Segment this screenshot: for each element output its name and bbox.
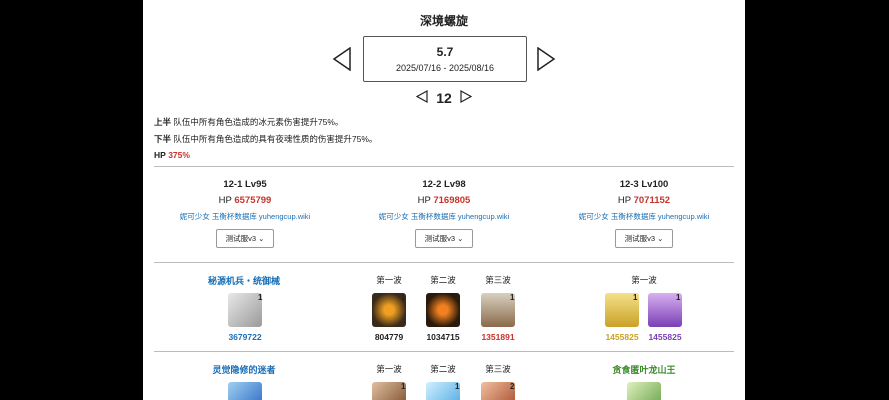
next-version-icon[interactable] <box>536 47 556 71</box>
server-select[interactable]: 测试服v3 ⌄ <box>216 229 274 248</box>
chamber-12-2: 12-2 Lv98 HP 7169805 妮可少女 玉衡杯数据库 yuhengc… <box>344 179 544 248</box>
chamber-name: 12-1 Lv95 <box>223 179 267 190</box>
enemy-hp: 1455825 <box>648 332 682 342</box>
spiral-abyss-panel: 深境螺旋 5.7 2025/07/16 - 2025/08/16 12 上半 队… <box>143 0 745 400</box>
enemy-hp: 1034715 <box>426 332 460 342</box>
upper-buff-label: 上半 <box>154 117 172 127</box>
divider <box>154 262 734 263</box>
enemy-spirit-icon <box>228 382 262 400</box>
lower-buff-text: 队伍中所有角色造成的具有夜魂性质的伤害提升75%。 <box>173 134 378 144</box>
server-select[interactable]: 测试服v3 ⌄ <box>615 229 673 248</box>
data-source-link[interactable]: 妮可少女 玉衡杯数据库 yuhengcup.wiki <box>145 211 345 222</box>
wave-label: 第一波 <box>376 275 402 285</box>
floor-navigator: 12 <box>143 89 745 106</box>
enemy-count: 1 <box>455 293 460 302</box>
chamber-hp: HP 7071152 <box>617 195 671 206</box>
enemy-count: 1 <box>401 293 406 302</box>
prev-version-icon[interactable] <box>332 47 352 71</box>
version-date-range: 2025/07/16 - 2025/08/16 <box>395 63 495 73</box>
chamber-name: 12-3 Lv100 <box>619 179 669 190</box>
chamber-12-1: 12-1 Lv95 HP 6575799 妮可少女 玉衡杯数据库 yuhengc… <box>145 179 345 248</box>
floor-number: 12 <box>436 90 452 107</box>
enemy-count: 1 <box>401 382 406 391</box>
enemy-count: 1 <box>676 293 681 302</box>
enemy-group-name: 贪食匿叶龙山王 <box>612 365 676 375</box>
hp-multiplier: HP 375% <box>154 150 190 160</box>
wave-label: 第二波 <box>430 364 456 374</box>
enemy-count: 2 <box>510 382 515 391</box>
enemy-count: 1 <box>510 293 515 302</box>
upper-buff: 上半 队伍中所有角色造成的冰元素伤害提升75%。 <box>154 116 343 128</box>
enemy-mech-icon <box>228 293 262 327</box>
lower-buff-label: 下半 <box>154 134 172 144</box>
wave-label: 第三波 <box>485 364 511 374</box>
chamber-hp: HP 6575799 <box>218 195 272 206</box>
chamber-hp: HP 7169805 <box>417 195 471 206</box>
wave-label: 第一波 <box>376 364 402 374</box>
enemy-group-name: 秘源机兵・统御械 <box>207 276 280 286</box>
next-floor-icon[interactable] <box>460 90 472 106</box>
divider <box>154 166 734 167</box>
lower-buff: 下半 队伍中所有角色造成的具有夜魂性质的伤害提升75%。 <box>154 133 377 145</box>
enemy-dragon-icon <box>627 382 661 400</box>
wave-label: 第二波 <box>430 275 456 285</box>
enemy-group-name: 灵觉隐修的迷者 <box>212 365 276 375</box>
enemy-hp: 3679722 <box>228 332 262 342</box>
upper-buff-text: 队伍中所有角色造成的冰元素伤害提升75%。 <box>173 117 344 127</box>
data-source-link[interactable]: 妮可少女 玉衡杯数据库 yuhengcup.wiki <box>544 211 744 222</box>
enemy-count: 1 <box>455 382 460 391</box>
version-number: 5.7 <box>436 45 454 59</box>
version-box: 5.7 2025/07/16 - 2025/08/16 <box>363 36 527 82</box>
hp-multiplier-value: 375% <box>168 150 190 160</box>
hp-label: HP <box>154 150 166 160</box>
server-select[interactable]: 测试服v3 ⌄ <box>415 229 473 248</box>
enemy-count: 1 <box>633 293 638 302</box>
enemy-count: 1 <box>258 293 263 302</box>
enemy-hp: 804779 <box>374 332 404 342</box>
chamber-12-3: 12-3 Lv100 HP 7071152 妮可少女 玉衡杯数据库 yuheng… <box>544 179 744 248</box>
chamber-name: 12-2 Lv98 <box>422 179 466 190</box>
wave-label: 第三波 <box>485 275 511 285</box>
enemy-hp: 1351891 <box>481 332 515 342</box>
wave-label: 第一波 <box>631 275 657 285</box>
page-title: 深境螺旋 <box>419 14 468 28</box>
prev-floor-icon[interactable] <box>416 90 428 106</box>
divider <box>154 351 734 352</box>
data-source-link[interactable]: 妮可少女 玉衡杯数据库 yuhengcup.wiki <box>344 211 544 222</box>
